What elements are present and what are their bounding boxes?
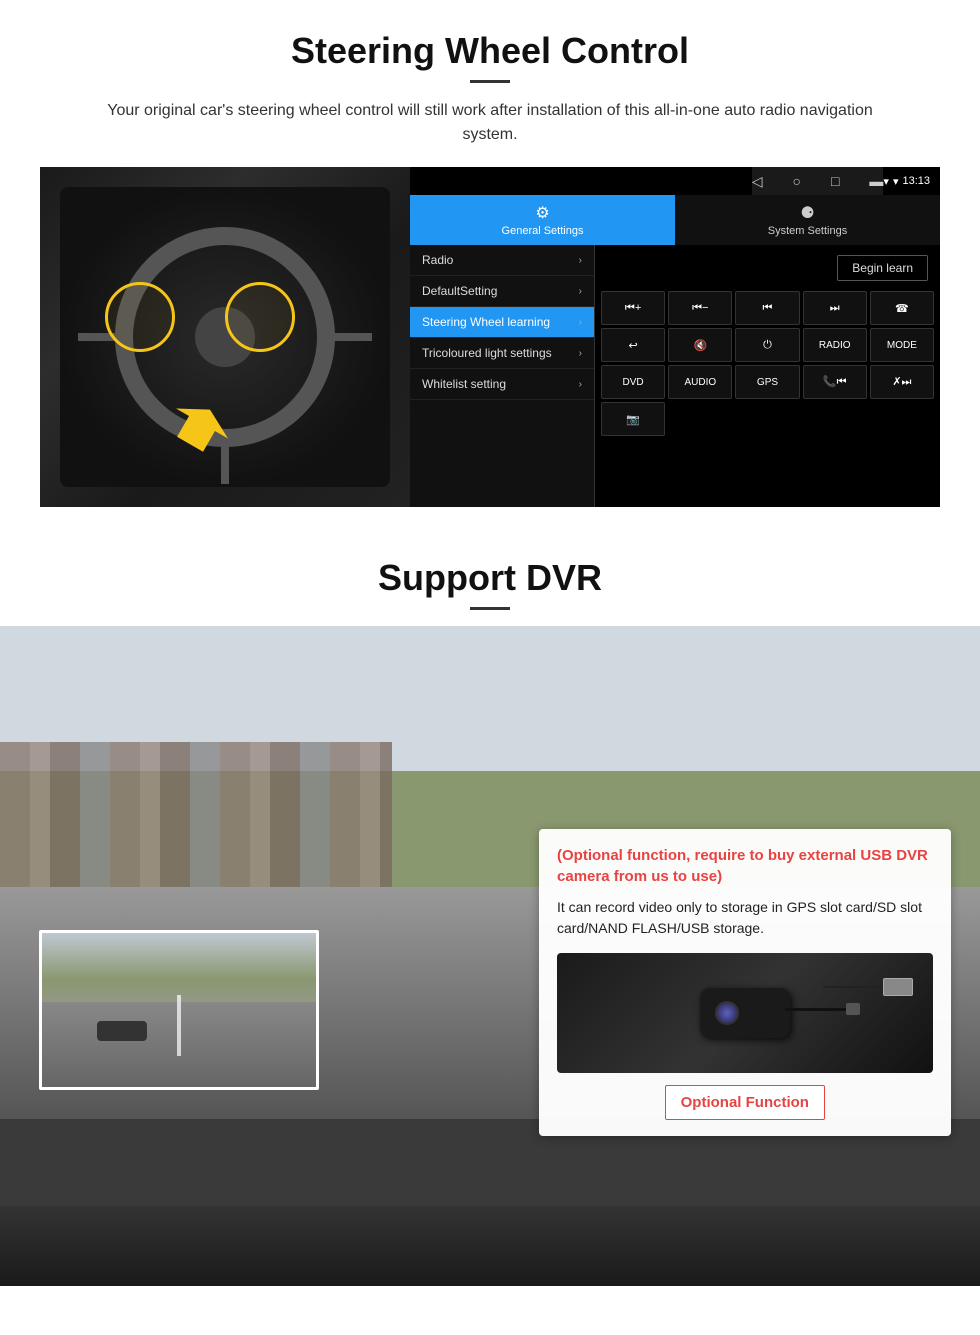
tab-system-settings[interactable]: ⚈ System Settings (675, 195, 940, 245)
dvr-optional-text: (Optional function, require to buy exter… (557, 845, 933, 887)
steering-wheel-bg (60, 187, 390, 487)
ctrl-btn-camera[interactable]: 📷 (601, 402, 665, 436)
usb-cord (823, 986, 883, 988)
dvr-section: Support DVR (Optional function, require … (0, 527, 980, 1286)
system-icon: ⚈ (800, 203, 814, 223)
ctrl-btn-phone[interactable]: ☎ (870, 291, 934, 325)
menu-item-steering-wheel[interactable]: Steering Wheel learning › (410, 307, 594, 338)
ctrl-btn-tel-next[interactable]: ✗⏭ (870, 365, 934, 399)
menu-radio-label: Radio (422, 253, 453, 267)
dvr-info-box: (Optional function, require to buy exter… (539, 829, 951, 1136)
steering-demo: ◁ ○ □ ▬ ▾ ▾ 13:13 ⚙ General Settings (40, 167, 940, 507)
dvr-body-text: It can record video only to storage in G… (557, 897, 933, 939)
ctrl-btn-mute[interactable]: 🔇 (668, 328, 732, 362)
status-icons: ▾ ▾ 13:13 (883, 175, 930, 188)
ctrl-btn-vol-up[interactable]: ⏮+ (601, 291, 665, 325)
tab-system-label: System Settings (768, 225, 847, 237)
control-buttons-grid: ⏮+ ⏮− ⏮ ⏭ ☎ ↩ 🔇 ⏻ RADIO MODE DVD AUDIO (599, 291, 936, 436)
highlight-circle-left (105, 282, 175, 352)
back-icon: ◁ (752, 173, 763, 190)
ctrl-btn-back[interactable]: ↩ (601, 328, 665, 362)
tab-general-label: General Settings (502, 225, 584, 237)
title-divider (470, 80, 510, 83)
recents-icon: □ (831, 173, 839, 189)
ctrl-btn-radio[interactable]: RADIO (803, 328, 867, 362)
optional-function-button[interactable]: Optional Function (665, 1085, 825, 1120)
menu-steering-label: Steering Wheel learning (422, 315, 550, 329)
usb-connector (846, 1003, 860, 1015)
camera-assembly (700, 988, 790, 1038)
gear-icon: ⚙ (535, 203, 549, 223)
settings-body: Radio › DefaultSetting › Steering Wheel … (410, 245, 940, 507)
dvr-title-divider (470, 607, 510, 610)
spoke-bottom (221, 434, 229, 484)
ctrl-btn-prev[interactable]: ⏮ (735, 291, 799, 325)
settings-menu: Radio › DefaultSetting › Steering Wheel … (410, 245, 595, 507)
ctrl-btn-gps[interactable]: GPS (735, 365, 799, 399)
ctrl-btn-tel-prev[interactable]: 📞⏮ (803, 365, 867, 399)
steering-section: Steering Wheel Control Your original car… (0, 0, 980, 527)
settings-tabs: ⚙ General Settings ⚈ System Settings (410, 195, 940, 245)
usb-plug (883, 978, 913, 996)
settings-content: Begin learn ⏮+ ⏮− ⏮ ⏭ ☎ ↩ 🔇 ⏻ RA (595, 245, 940, 507)
dvr-bottom-dark (0, 1206, 980, 1286)
camera-body (700, 988, 790, 1038)
menu-tricoloured-label: Tricoloured light settings (422, 346, 552, 360)
nav-bar: ◁ ○ □ ▬ (752, 167, 884, 195)
chevron-icon: › (579, 317, 582, 328)
dvr-inset-photo (39, 930, 319, 1090)
begin-learn-button[interactable]: Begin learn (837, 255, 928, 281)
tab-general-settings[interactable]: ⚙ General Settings (410, 195, 675, 245)
menu-item-whitelist[interactable]: Whitelist setting › (410, 369, 594, 400)
menu-icon: ▬ (869, 173, 883, 189)
page-title: Steering Wheel Control (40, 30, 940, 72)
ctrl-btn-power[interactable]: ⏻ (735, 328, 799, 362)
steering-wheel-photo (40, 167, 410, 507)
dvr-title-area: Support DVR (0, 527, 980, 610)
dvr-camera-image (557, 953, 933, 1073)
highlight-circle-right (225, 282, 295, 352)
chevron-icon: › (579, 379, 582, 390)
ctrl-btn-dvd[interactable]: DVD (601, 365, 665, 399)
ctrl-btn-audio[interactable]: AUDIO (668, 365, 732, 399)
clock: 13:13 (902, 175, 930, 187)
android-statusbar: ◁ ○ □ ▬ ▾ ▾ 13:13 (410, 167, 940, 195)
chevron-icon: › (579, 255, 582, 266)
menu-item-tricoloured[interactable]: Tricoloured light settings › (410, 338, 594, 369)
menu-whitelist-label: Whitelist setting (422, 377, 506, 391)
section-subtitle: Your original car's steering wheel contr… (80, 99, 900, 147)
dvr-title: Support DVR (40, 557, 940, 599)
spoke-right (322, 333, 372, 341)
wifi-signal-icon: ▾ (883, 175, 889, 188)
menu-item-radio[interactable]: Radio › (410, 245, 594, 276)
wifi-icon: ▾ (893, 175, 899, 188)
android-ui-panel: ◁ ○ □ ▬ ▾ ▾ 13:13 ⚙ General Settings (410, 167, 940, 507)
home-icon: ○ (792, 173, 800, 189)
begin-learn-row: Begin learn (599, 249, 936, 287)
chevron-icon: › (579, 286, 582, 297)
ctrl-btn-next[interactable]: ⏭ (803, 291, 867, 325)
inset-car-silhouette (97, 1021, 147, 1041)
camera-lens (715, 1001, 739, 1025)
ctrl-btn-mode[interactable]: MODE (870, 328, 934, 362)
chevron-icon: › (579, 348, 582, 359)
inset-road-line (177, 995, 181, 1057)
menu-default-label: DefaultSetting (422, 284, 497, 298)
ctrl-btn-vol-down[interactable]: ⏮− (668, 291, 732, 325)
camera-cord (785, 1008, 850, 1011)
menu-item-default-setting[interactable]: DefaultSetting › (410, 276, 594, 307)
dvr-background-photo: (Optional function, require to buy exter… (0, 626, 980, 1206)
